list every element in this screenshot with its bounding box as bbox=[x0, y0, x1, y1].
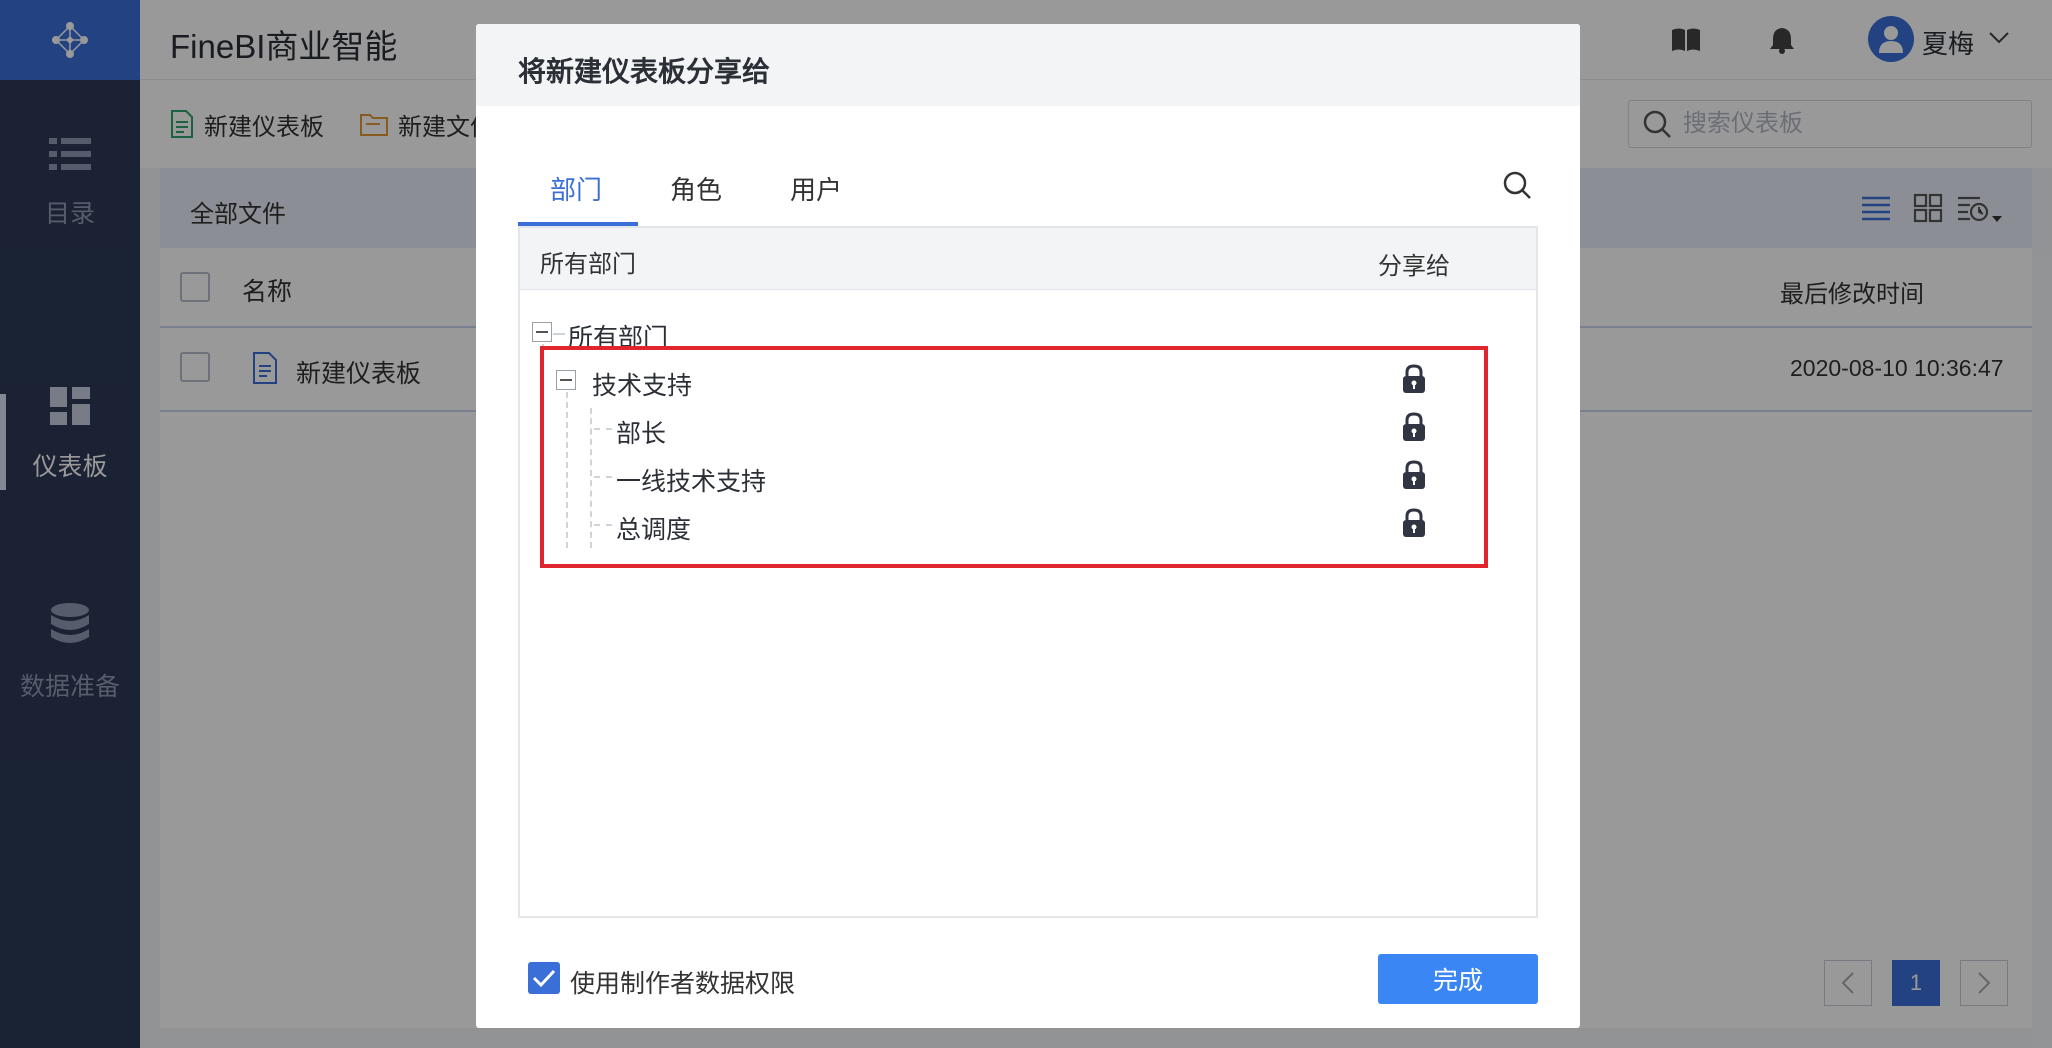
tab-user[interactable]: 用户 bbox=[790, 170, 842, 207]
highlight-box bbox=[540, 346, 1488, 568]
dialog-tabs: 部门 角色 用户 bbox=[518, 144, 1538, 228]
checkmark-icon bbox=[532, 969, 556, 988]
creator-permission-label[interactable]: 使用制作者数据权限 bbox=[570, 964, 795, 1000]
tree-header-departments: 所有部门 bbox=[540, 251, 636, 278]
creator-permission-checkbox[interactable] bbox=[528, 962, 560, 994]
dialog-title: 将新建仪表板分享给 bbox=[518, 56, 771, 87]
dialog-footer: 使用制作者数据权限 完成 bbox=[476, 954, 1580, 1028]
done-button[interactable]: 完成 bbox=[1378, 954, 1538, 1004]
tree-header: 所有部门 分享给 bbox=[520, 228, 1536, 290]
tab-department[interactable]: 部门 bbox=[550, 170, 602, 207]
tree-connector bbox=[553, 333, 565, 335]
collapse-toggle-root[interactable] bbox=[532, 322, 552, 342]
dialog-header: 将新建仪表板分享给 bbox=[476, 24, 1580, 106]
tree-header-share-to: 分享给 bbox=[1378, 253, 1450, 280]
tab-role[interactable]: 角色 bbox=[670, 170, 722, 207]
search-icon[interactable] bbox=[1502, 170, 1532, 200]
department-tree-panel: 所有部门 分享给 bbox=[518, 226, 1538, 918]
